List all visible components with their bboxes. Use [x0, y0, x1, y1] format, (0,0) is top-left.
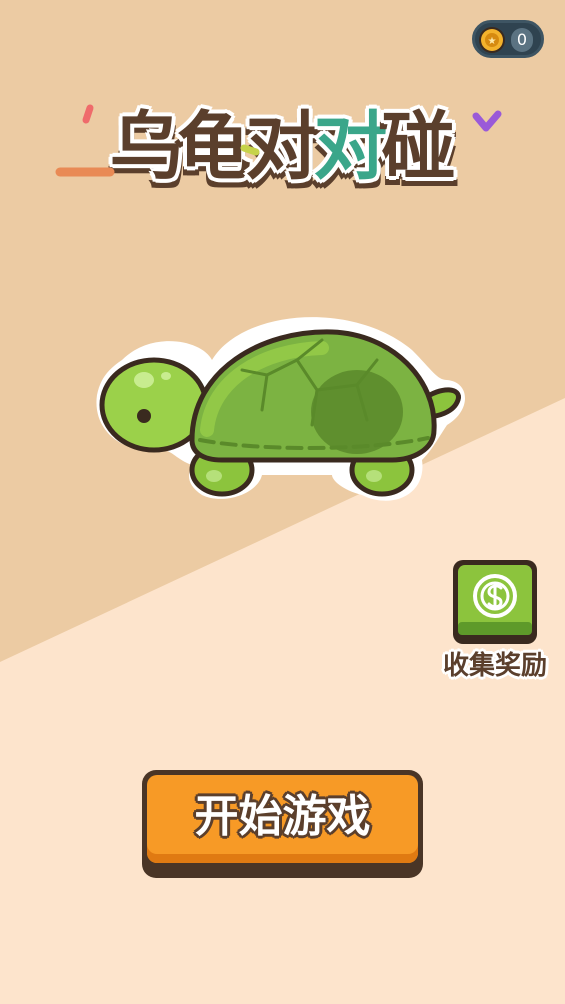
game-title: 乌龟对对碰 — [0, 92, 565, 212]
turtle-mascot — [96, 317, 466, 501]
coin-counter: ★ 0 — [472, 20, 544, 58]
svg-text:★: ★ — [488, 36, 497, 47]
title-char-2: 龟 — [177, 104, 252, 190]
title-char-4: 对 — [313, 104, 388, 190]
gold-coin-icon: ★ — [479, 27, 505, 53]
title-char-3: 对 — [245, 104, 320, 190]
title-char-5: 碰 — [381, 104, 456, 190]
start-game-label: 开始游戏 — [194, 791, 371, 842]
coin-count: 0 — [511, 28, 533, 52]
start-game-button[interactable]: 开始游戏 — [142, 770, 423, 878]
collect-rewards-label: 收集奖励 — [442, 651, 547, 681]
title-char-1: 乌 — [109, 104, 184, 190]
coin-icon — [453, 560, 537, 644]
collect-rewards-button[interactable] — [451, 558, 539, 646]
